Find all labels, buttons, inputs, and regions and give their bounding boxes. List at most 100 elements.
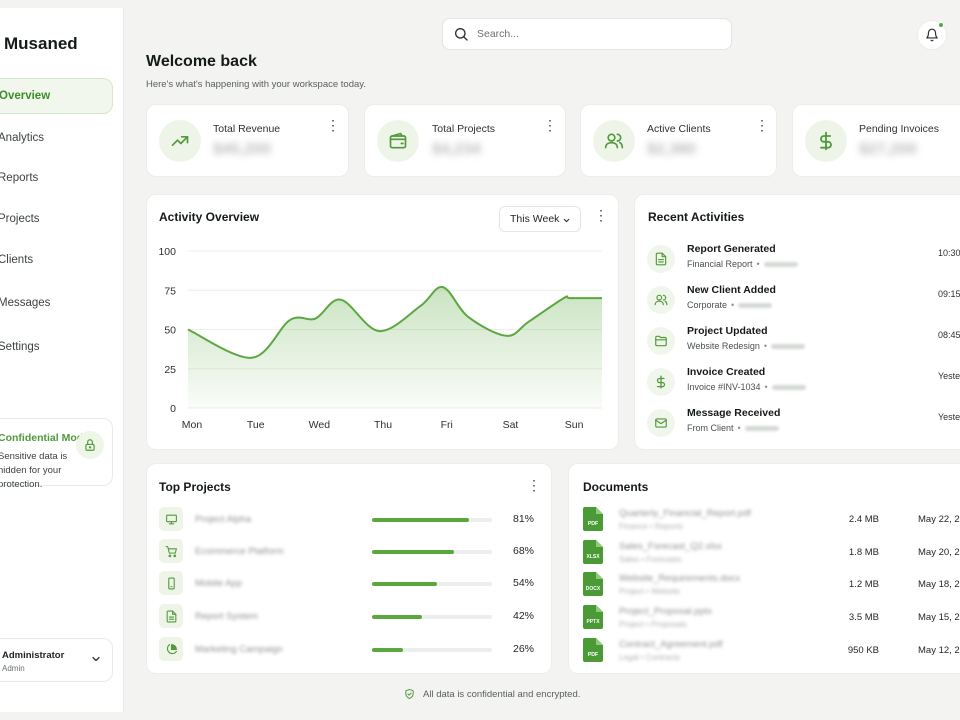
progress-fill: [372, 518, 470, 522]
pptx-file-icon: PPTX: [583, 605, 603, 629]
document-row[interactable]: XLSX Sales_Forecast_Q2.xlsx Sales • Fore…: [583, 540, 960, 566]
notifications-button[interactable]: [917, 20, 947, 50]
activity-item[interactable]: Report Generated Financial Report • 10:30: [647, 243, 960, 283]
x-tick-label: Thu: [374, 419, 392, 431]
page-subtitle: Here's what's happening with your worksp…: [146, 79, 366, 90]
activity-time: 09:15: [938, 289, 960, 299]
file-type-label: PPTX: [586, 619, 600, 625]
recent-activities-card: Recent Activities Report Generated Finan…: [634, 194, 960, 450]
more-options-icon[interactable]: ⋮: [754, 118, 770, 132]
user-menu[interactable]: Administrator Admin: [0, 638, 113, 682]
stat-label: Pending Invoices: [859, 123, 939, 135]
notification-dot: [938, 22, 944, 28]
document-row[interactable]: PDF Quarterly_Financial_Report.pdf Finan…: [583, 507, 960, 533]
activity-title: Invoice Created: [687, 366, 766, 378]
activity-subtitle: From Client •: [687, 423, 779, 433]
activity-subtitle: Financial Report •: [687, 259, 798, 269]
stat-card-projects: Total Projects $4,234 ⋮: [364, 104, 566, 177]
cart-icon: [159, 539, 183, 563]
activity-chart: 0 25 50 75 100 Mon Tue Wed Thu Fri Sat Sun: [158, 246, 602, 431]
document-name: Project_Proposal.pptx: [619, 606, 712, 617]
search-bar[interactable]: [442, 18, 732, 50]
confidential-mode-text: Sensitive data is hidden for your protec…: [0, 451, 68, 490]
user-role: Admin: [2, 664, 25, 673]
search-input[interactable]: [477, 28, 707, 40]
document-row[interactable]: PPTX Project_Proposal.pptx Project • Pro…: [583, 605, 960, 631]
activity-item[interactable]: Invoice Created Invoice #INV-1034 • Yeste…: [647, 366, 960, 406]
sidebar-item-overview[interactable]: Overview: [0, 78, 113, 114]
users-icon: [647, 286, 675, 314]
card-title: Recent Activities: [648, 210, 745, 224]
activity-area: [188, 286, 602, 408]
monitor-icon: [159, 507, 183, 531]
progress-percent: 42%: [513, 610, 535, 622]
x-tick-label: Sat: [503, 419, 519, 431]
progress-track: [372, 648, 492, 652]
more-options-icon[interactable]: ⋮: [526, 478, 542, 492]
document-date: May 12, 20: [918, 645, 960, 656]
document-meta: Project • Website: [619, 587, 680, 596]
sidebar-item-analytics[interactable]: Analytics: [0, 120, 113, 156]
bell-icon: [926, 28, 938, 42]
progress-percent: 81%: [513, 513, 535, 525]
phone-icon: [159, 571, 183, 595]
y-tick-label: 0: [170, 403, 176, 415]
x-tick-label: Mon: [182, 419, 203, 431]
project-row[interactable]: Mobile App 54%: [159, 571, 539, 597]
progress-track: [372, 518, 492, 522]
more-options-icon[interactable]: ⋮: [325, 118, 341, 132]
sidebar-item-label: Messages: [0, 297, 51, 309]
document-name: Quarterly_Financial_Report.pdf: [619, 508, 752, 519]
x-tick-label: Sun: [565, 419, 584, 431]
project-row[interactable]: Report System 42%: [159, 604, 539, 630]
activity-time: 08:45: [938, 330, 960, 340]
pie-chart-icon: [159, 637, 183, 661]
file-type-label: PDF: [588, 652, 598, 658]
project-row[interactable]: Marketing Campaign 26%: [159, 637, 539, 663]
activity-title: Report Generated: [687, 243, 776, 255]
card-title: Top Projects: [159, 480, 231, 494]
file-type-label: DOCX: [586, 586, 601, 592]
sidebar-item-reports[interactable]: Reports: [0, 160, 113, 196]
x-tick-label: Fri: [441, 419, 453, 431]
progress-fill: [372, 615, 423, 619]
activity-time: Yester: [938, 371, 960, 381]
more-options-icon[interactable]: ⋮: [542, 118, 558, 132]
sidebar-item-settings[interactable]: Settings: [0, 329, 113, 365]
progress-fill: [372, 550, 454, 554]
activity-title: New Client Added: [687, 284, 776, 296]
mail-icon: [647, 409, 675, 437]
document-date: May 18, 20: [918, 579, 960, 590]
project-name: Report System: [195, 611, 258, 622]
document-row[interactable]: DOCX Website_Requirements.docx Project •…: [583, 572, 960, 598]
activity-item[interactable]: Project Updated Website Redesign • 08:45: [647, 325, 960, 365]
activity-time: Yester: [938, 412, 960, 422]
activity-item[interactable]: New Client Added Corporate • 09:15: [647, 284, 960, 324]
activity-subtitle: Invoice #INV-1034 •: [687, 382, 806, 392]
file-type-label: PDF: [588, 521, 598, 527]
progress-percent: 54%: [513, 577, 535, 589]
project-name: Project Alpha: [195, 514, 251, 525]
document-row[interactable]: PDF Contract_Agreement.pdf Legal • Contr…: [583, 638, 960, 664]
project-row[interactable]: Ecommerce Platform 68%: [159, 539, 539, 565]
progress-percent: 26%: [513, 643, 535, 655]
document-date: May 22, 20: [918, 514, 960, 525]
project-row[interactable]: Project Alpha 81%: [159, 507, 539, 533]
activity-subtitle-text: From Client: [687, 423, 734, 433]
y-tick-label: 75: [164, 285, 176, 297]
progress-track: [372, 582, 492, 586]
stat-value: $27,200: [859, 141, 917, 158]
sidebar-item-clients[interactable]: Clients: [0, 242, 113, 278]
shield-check-icon: [405, 688, 414, 700]
document-name: Sales_Forecast_Q2.xlsx: [619, 541, 722, 552]
activity-item[interactable]: Message Received From Client• Yester: [647, 407, 960, 447]
sidebar-item-label: Clients: [0, 254, 34, 266]
activity-title: Project Updated: [687, 325, 768, 337]
stat-card-invoices: Pending Invoices $27,200: [792, 104, 960, 177]
sidebar-item-messages[interactable]: Messages: [0, 285, 113, 321]
lock-icon[interactable]: [76, 431, 104, 459]
users-icon: [593, 120, 635, 162]
stat-card-revenue: Total Revenue $45,200 ⋮: [146, 104, 349, 177]
sidebar-item-projects[interactable]: Projects: [0, 201, 113, 237]
y-tick-label: 50: [164, 325, 176, 337]
